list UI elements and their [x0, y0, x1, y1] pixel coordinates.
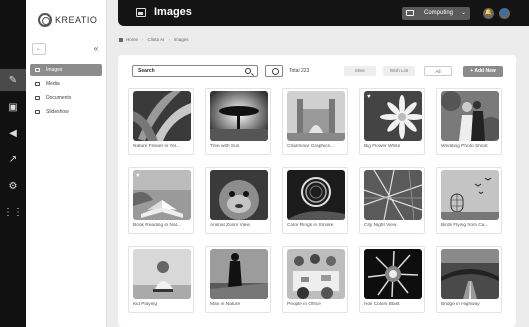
home-icon — [119, 37, 123, 42]
image-thumbnail[interactable] — [133, 170, 191, 220]
image-caption: Color Rings in Smoke — [287, 223, 334, 228]
image-thumbnail[interactable] — [364, 170, 422, 220]
breadcrumb: Home › Clinta AI › Images — [119, 37, 189, 42]
filter-wish-list[interactable]: Wish List — [383, 66, 415, 76]
sidebar-item-label: Slideshow — [46, 109, 69, 115]
gear-icon[interactable]: ⚙ — [0, 175, 26, 197]
edit-icon[interactable]: ✎ — [0, 69, 26, 91]
document-icon — [35, 96, 40, 100]
gallery-panel: Search Total 223 Mine Wish List All + Ad… — [118, 55, 516, 327]
sidebar-item-documents[interactable]: Documents — [30, 92, 102, 104]
megaphone-icon[interactable]: ◀ — [0, 122, 26, 144]
icon-rail: ✎ ▣ ◀ ↗ ⚙ ⋮⋮ — [0, 0, 26, 327]
sidebar: KREATIO ← « Images Media Documents Slide… — [26, 0, 107, 327]
image-caption: Holi Colors Blast — [364, 302, 400, 307]
image-thumbnail[interactable] — [441, 91, 499, 141]
environment-dropdown[interactable]: Computing ⌄ — [402, 7, 470, 20]
image-thumbnail[interactable] — [133, 91, 191, 141]
breadcrumb-current: Images — [173, 37, 189, 42]
favorite-heart-icon[interactable]: ♥ — [136, 173, 140, 179]
sidebar-item-label: Media — [46, 81, 60, 87]
image-caption: Man in Nature — [210, 302, 241, 307]
image-card[interactable]: Nature Flower in Yel... — [128, 88, 194, 155]
image-thumbnail[interactable] — [210, 170, 268, 220]
image-caption: Animal Zoom View — [210, 223, 250, 228]
logo[interactable]: KREATIO — [38, 10, 97, 30]
image-caption: Birds Flying from Ca... — [441, 223, 489, 228]
breadcrumb-separator: › — [142, 37, 144, 42]
breadcrumb-site[interactable]: Clinta AI — [148, 37, 165, 42]
chart-icon[interactable]: ↗ — [0, 148, 26, 170]
image-card[interactable]: Animal Zoom View — [205, 167, 271, 234]
breadcrumb-separator: › — [168, 37, 170, 42]
sidebar-controls: ← « — [32, 43, 102, 55]
breadcrumb-home[interactable]: Home — [126, 37, 138, 42]
sidebar-item-slideshow[interactable]: Slideshow — [30, 106, 102, 118]
search-icon[interactable] — [245, 68, 251, 74]
sidebar-item-images[interactable]: Images — [30, 64, 102, 76]
image-caption: Nature Flower in Yel... — [133, 144, 180, 149]
zoom-search-button[interactable] — [265, 65, 283, 77]
image-card[interactable]: People in Office — [282, 246, 348, 313]
image-thumbnail[interactable] — [210, 249, 268, 299]
image-thumbnail[interactable] — [441, 249, 499, 299]
image-card[interactable]: Kid Playing — [128, 246, 194, 313]
user-avatar-icon[interactable]: 👤 — [499, 8, 510, 19]
image-thumbnail[interactable] — [287, 249, 345, 299]
sidebar-item-label: Documents — [46, 95, 72, 101]
image-card[interactable]: Tree with Sun — [205, 88, 271, 155]
image-card[interactable]: Holi Colors Blast — [359, 246, 425, 313]
image-card[interactable]: Charminar Graphics... — [282, 88, 348, 155]
image-card[interactable]: Birds Flying from Ca... — [436, 167, 502, 234]
chevron-down-icon: ⌄ — [460, 10, 466, 16]
image-icon[interactable]: ▣ — [0, 96, 26, 118]
media-icon — [35, 82, 40, 86]
favorite-heart-icon[interactable]: ♥ — [367, 94, 371, 100]
logo-text: KREATIO — [55, 15, 98, 25]
environment-label: Computing — [424, 10, 454, 16]
image-thumbnail[interactable] — [133, 249, 191, 299]
search-input[interactable]: Search — [132, 65, 258, 77]
image-card[interactable]: ♥ Big Flower White — [359, 88, 425, 155]
collapse-sidebar-button[interactable]: « — [90, 43, 102, 55]
image-caption: Tree with Sun — [210, 144, 240, 149]
grid-icon[interactable]: ⋮⋮ — [0, 201, 26, 223]
total-count: Total 223 — [289, 68, 310, 74]
image-card[interactable]: City Night View — [359, 167, 425, 234]
slideshow-icon — [35, 110, 40, 114]
filter-mine[interactable]: Mine — [344, 66, 376, 76]
image-card[interactable]: Color Rings in Smoke — [282, 167, 348, 234]
logo-icon — [38, 13, 52, 27]
sidebar-item-media[interactable]: Media — [30, 78, 102, 90]
image-caption: People in Office — [287, 302, 321, 307]
image-thumbnail[interactable] — [441, 170, 499, 220]
image-thumbnail[interactable] — [364, 91, 422, 141]
search-label: Search — [138, 68, 155, 74]
image-thumbnail[interactable] — [287, 170, 345, 220]
image-caption: Book Reading in Nat... — [133, 223, 181, 228]
image-caption: Wedding Photo Shoot — [441, 144, 488, 149]
image-thumbnail[interactable] — [287, 91, 345, 141]
sidebar-item-label: Images — [46, 67, 63, 73]
monitor-icon — [406, 10, 414, 16]
image-icon — [35, 68, 40, 72]
image-card[interactable]: Wedding Photo Shoot — [436, 88, 502, 155]
image-caption: Bridge in Highway — [441, 302, 480, 307]
add-new-button[interactable]: + Add New — [463, 66, 503, 77]
image-thumbnail[interactable] — [364, 249, 422, 299]
image-caption: Kid Playing — [133, 302, 157, 307]
back-button[interactable]: ← — [32, 43, 46, 55]
image-caption: Charminar Graphics... — [287, 144, 334, 149]
image-card[interactable]: ♥ Book Reading in Nat... — [128, 167, 194, 234]
bell-icon[interactable]: 🔔 — [483, 8, 494, 19]
image-thumbnail[interactable] — [210, 91, 268, 141]
image-caption: Big Flower White — [364, 144, 401, 149]
image-caption: City Night View — [364, 223, 397, 228]
image-card[interactable]: Man in Nature — [205, 246, 271, 313]
image-icon — [136, 8, 146, 17]
top-header: Images Computing ⌄ 🔔 👤 — [118, 0, 529, 26]
image-card[interactable]: Bridge in Highway — [436, 246, 502, 313]
page-title: Images — [154, 6, 192, 18]
filter-all[interactable]: All — [424, 66, 452, 76]
